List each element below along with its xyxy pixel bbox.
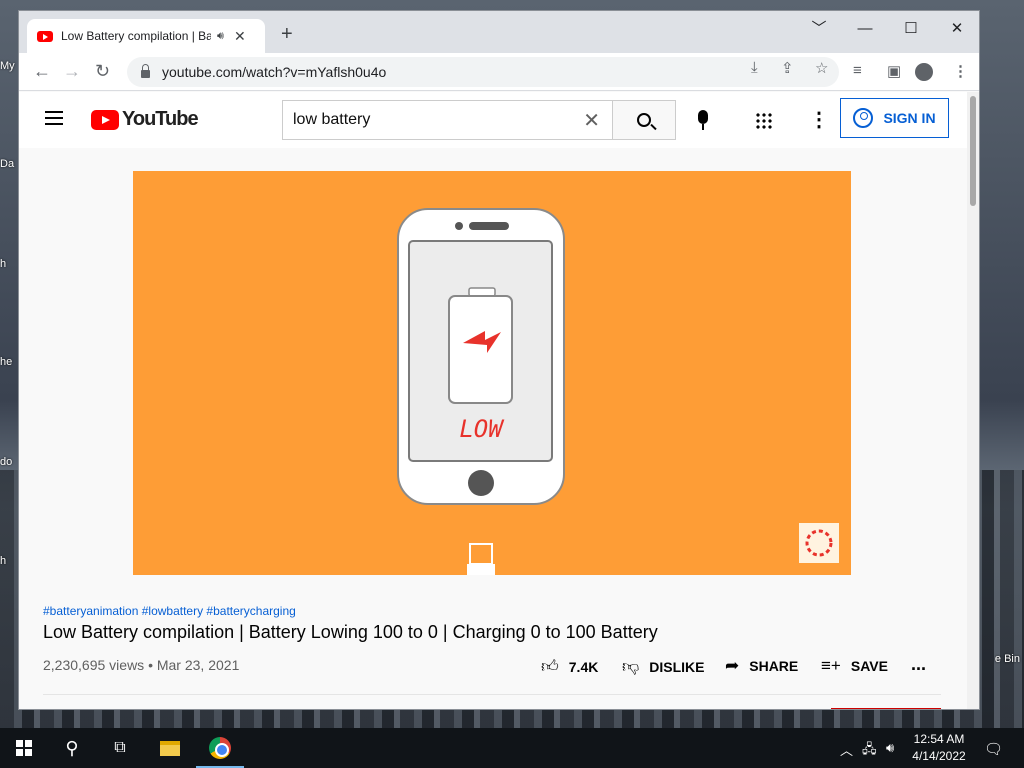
user-icon: [853, 108, 874, 128]
close-tab-icon[interactable]: ✕: [234, 28, 246, 45]
task-view-icon[interactable]: ⧉: [96, 728, 144, 768]
clock[interactable]: 12:54 AM 4/14/2022: [900, 731, 978, 765]
thumbs-down-icon: 👎︎: [622, 657, 640, 676]
channel-watermark-icon[interactable]: [799, 523, 839, 563]
desktop-icon-label[interactable]: My: [0, 60, 15, 72]
search-icon[interactable]: ⚲: [48, 728, 96, 768]
apps-grid-icon[interactable]: [755, 112, 772, 129]
share-icon[interactable]: ⇪: [781, 59, 794, 77]
start-button[interactable]: [0, 728, 48, 768]
battery-icon: [448, 295, 513, 404]
clear-search-icon[interactable]: ✕: [583, 108, 600, 133]
desktop-icon-label[interactable]: h: [0, 258, 6, 270]
youtube-header: YouTube low battery ✕ ⋮ SIGN IN: [19, 92, 967, 148]
browser-toolbar: ← → ↻ youtube.com/watch?v=mYaflsh0u4o ⤓ …: [19, 53, 979, 91]
chrome-window: Low Battery compilation | Ba 🔊︎ ✕ + ﹀ — …: [18, 10, 980, 710]
forward-icon[interactable]: →: [63, 61, 81, 81]
video-title: Low Battery compilation | Battery Lowing…: [43, 622, 658, 642]
new-tab-icon[interactable]: +: [281, 24, 293, 44]
youtube-logo[interactable]: YouTube: [91, 108, 199, 131]
page-scrollbar[interactable]: [967, 92, 979, 709]
charging-plug: [467, 564, 495, 575]
save-button[interactable]: ≡+ SAVE: [821, 656, 888, 676]
add-to-playlist-icon: ≡+: [821, 656, 841, 675]
menu-icon[interactable]: [45, 111, 63, 125]
divider: [43, 694, 941, 695]
share-button[interactable]: ➦ SHARE: [725, 656, 798, 676]
like-count: 7.4K: [568, 658, 599, 675]
windows-taskbar: ⚲ ⧉ ︿ 🖧︎ 🔊︎ 12:54 AM 4/14/2022 🗨︎: [0, 728, 1024, 768]
bookmark-star-icon[interactable]: ☆: [815, 59, 828, 77]
chrome-menu-icon[interactable]: ⋮: [953, 62, 968, 80]
low-text: LOW: [459, 415, 505, 443]
windows-logo-icon: [16, 740, 32, 756]
desktop-icon-label[interactable]: he: [0, 356, 12, 368]
settings-menu-icon[interactable]: ⋮: [809, 107, 829, 133]
scrollbar-thumb[interactable]: [970, 96, 976, 206]
desktop-icon-label[interactable]: Da: [0, 158, 14, 170]
search-query[interactable]: low battery: [293, 111, 583, 129]
charging-cable-icon: [469, 543, 493, 565]
youtube-favicon-icon: [37, 30, 53, 42]
sign-in-label: SIGN IN: [883, 110, 936, 126]
video-hashtags[interactable]: #batteryanimation #lowbattery #batterych…: [43, 604, 296, 618]
minimize-icon[interactable]: —: [842, 17, 888, 41]
phone-home-button: [468, 470, 494, 496]
clock-time: 12:54 AM: [913, 732, 965, 746]
share-arrow-icon: ➦: [725, 656, 740, 675]
save-label: SAVE: [850, 658, 888, 674]
volume-icon[interactable]: 🔊︎: [886, 740, 894, 756]
views-and-date: 2,230,695 views • Mar 23, 2021: [43, 657, 240, 673]
notifications-icon[interactable]: 🗨︎: [984, 740, 1003, 758]
lock-icon: [141, 63, 150, 78]
youtube-play-logo-icon: [91, 109, 119, 130]
reload-icon[interactable]: ↻: [95, 61, 110, 81]
side-panel-icon[interactable]: ▣: [887, 62, 901, 80]
install-icon[interactable]: ⤓: [751, 59, 758, 76]
search-input[interactable]: low battery ✕: [282, 100, 612, 140]
profile-avatar-icon[interactable]: [915, 63, 933, 81]
chrome-taskbar-icon[interactable]: [196, 728, 244, 768]
url-text[interactable]: youtube.com/watch?v=mYaflsh0u4o: [162, 64, 386, 80]
search-button[interactable]: [612, 100, 676, 140]
title-bar: Low Battery compilation | Ba 🔊︎ ✕ + ﹀ — …: [19, 11, 979, 53]
media-control-icon[interactable]: ≡: [853, 62, 862, 79]
youtube-page: YouTube low battery ✕ ⋮ SIGN IN LOW #bat…: [19, 92, 967, 709]
sign-in-button[interactable]: SIGN IN: [840, 98, 949, 138]
maximize-icon[interactable]: ☐: [888, 17, 934, 41]
close-window-icon[interactable]: ✕: [934, 17, 979, 41]
desktop-icon-label[interactable]: h: [0, 555, 6, 567]
folder-icon: [160, 740, 180, 756]
show-hidden-icons-icon[interactable]: ︿: [840, 740, 853, 759]
browser-tab[interactable]: Low Battery compilation | Ba 🔊︎ ✕: [27, 19, 265, 53]
battery-cap: [468, 287, 496, 297]
phone-speaker: [469, 222, 509, 230]
tab-title: Low Battery compilation | Ba: [61, 29, 211, 43]
recycle-bin-label[interactable]: e Bin: [995, 653, 1020, 665]
phone-camera: [455, 222, 463, 230]
more-actions-icon[interactable]: ...: [911, 654, 926, 675]
microphone-icon[interactable]: [698, 110, 708, 130]
desktop-icon-label[interactable]: do: [0, 456, 12, 468]
video-player[interactable]: LOW: [133, 171, 851, 575]
back-icon[interactable]: ←: [33, 61, 51, 81]
clock-date: 4/14/2022: [912, 749, 966, 763]
address-bar[interactable]: youtube.com/watch?v=mYaflsh0u4o: [127, 57, 839, 87]
thumbs-up-icon: 👍︎: [541, 657, 559, 676]
dislike-button[interactable]: 👎︎ DISLIKE: [622, 656, 705, 677]
speaker-icon[interactable]: 🔊︎: [217, 30, 224, 43]
file-explorer-icon[interactable]: [146, 728, 194, 768]
share-label: SHARE: [749, 658, 799, 674]
like-button[interactable]: 👍︎ 7.4K: [541, 656, 598, 677]
video-frame-illustration: LOW: [397, 208, 839, 575]
youtube-logo-text: YouTube: [122, 108, 199, 130]
chrome-icon: [209, 737, 231, 759]
network-icon[interactable]: 🖧︎: [862, 740, 877, 762]
tab-search-icon[interactable]: ﹀: [796, 17, 842, 41]
dislike-label: DISLIKE: [649, 658, 705, 675]
subscribe-button[interactable]: [831, 708, 941, 709]
search-icon: [637, 113, 651, 127]
